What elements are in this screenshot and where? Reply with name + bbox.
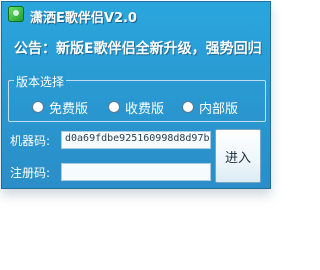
- title-bar[interactable]: 潇洒E歌伴侣V2.0: [2, 2, 270, 28]
- radio-paid-version[interactable]: 收费版: [108, 99, 165, 117]
- version-group-label: 版本选择: [14, 73, 67, 90]
- radio-circle-icon[interactable]: [108, 101, 120, 113]
- radio-circle-icon[interactable]: [32, 101, 44, 113]
- machine-code-field[interactable]: d0a69fdbe925160998d8d97b0: [61, 131, 211, 149]
- radio-label: 收费版: [125, 101, 165, 117]
- radio-free-version[interactable]: 免费版: [32, 99, 89, 117]
- enter-button[interactable]: 进入: [215, 129, 261, 183]
- register-code-label: 注册码:: [10, 166, 51, 180]
- announcement-text: 公告：新版E歌伴侣全新升级，强势回归: [14, 41, 262, 57]
- radio-label: 免费版: [49, 101, 89, 117]
- machine-code-label: 机器码:: [10, 134, 51, 148]
- radio-internal-version[interactable]: 内部版: [182, 99, 239, 117]
- app-logo-icon: [8, 6, 24, 22]
- radio-circle-icon[interactable]: [182, 101, 194, 113]
- radio-label: 内部版: [199, 101, 239, 117]
- register-code-field[interactable]: [61, 163, 211, 181]
- window-title: 潇洒E歌伴侣V2.0: [30, 11, 137, 26]
